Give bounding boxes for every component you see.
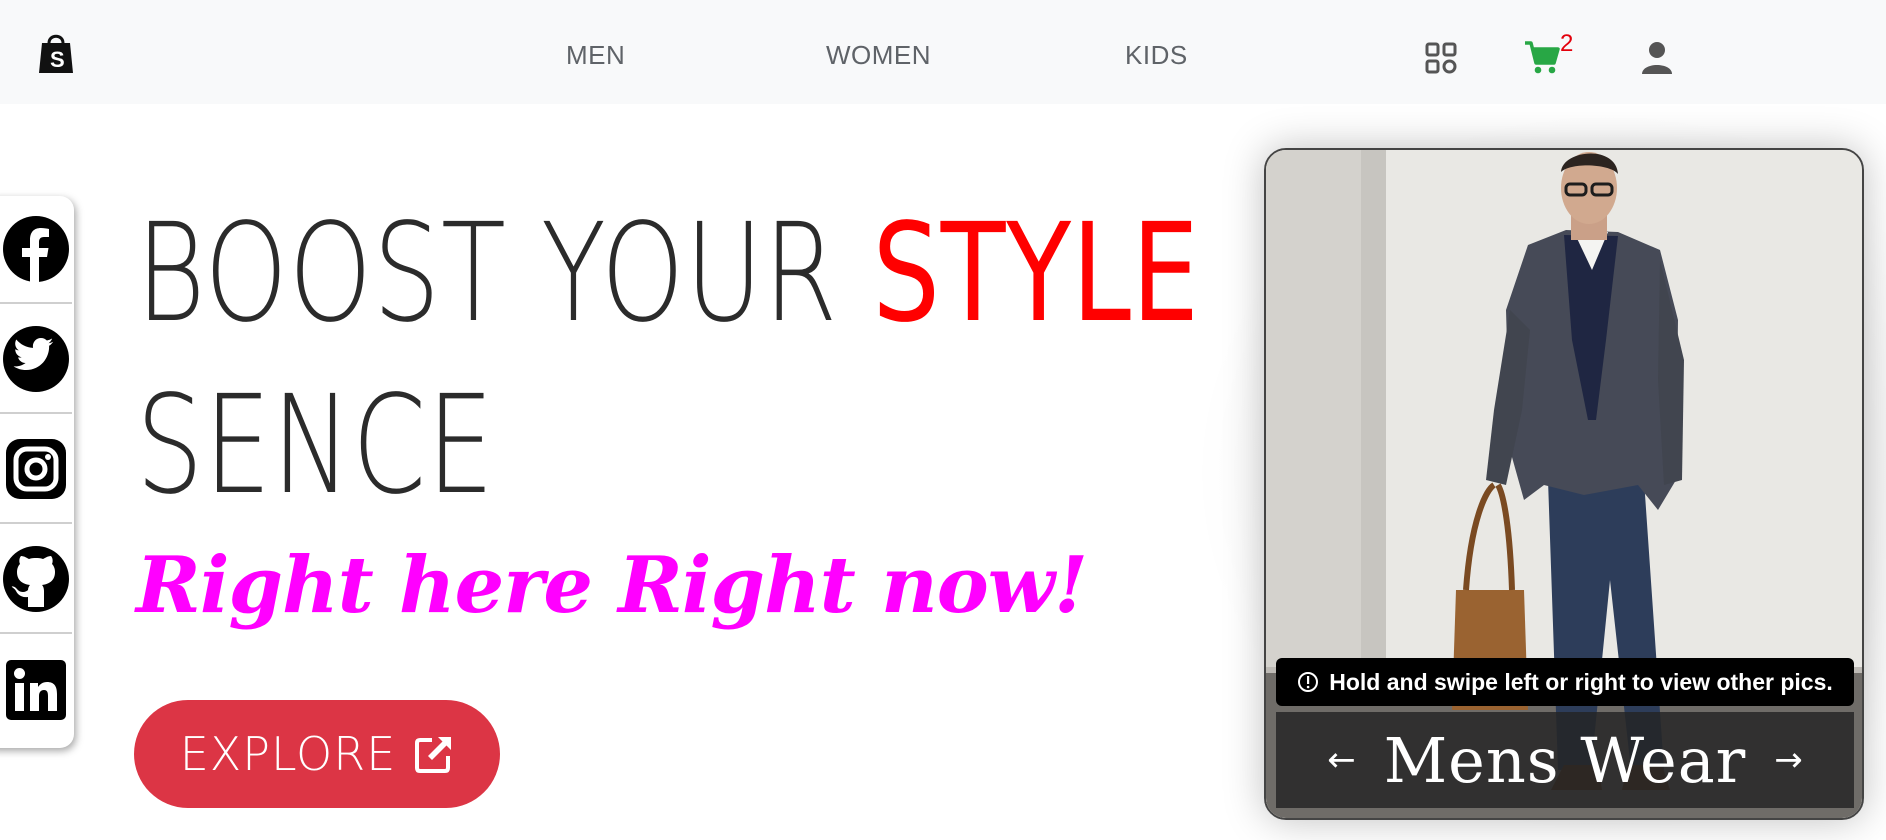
carousel-next-arrow[interactable]: → [1774, 740, 1803, 780]
carousel-prev-arrow[interactable]: ← [1327, 740, 1356, 780]
product-carousel-card[interactable]: Hold and swipe left or right to view oth… [1264, 148, 1864, 820]
social-link-github[interactable] [0, 526, 72, 634]
github-icon [3, 546, 69, 612]
social-link-instagram[interactable] [0, 416, 72, 524]
hero-heading-line-2: SENCE [136, 367, 495, 525]
social-sidebar [0, 196, 74, 748]
linkedin-icon [6, 660, 66, 720]
nav-link-men[interactable]: MEN [566, 40, 625, 71]
svg-text:S: S [50, 47, 65, 72]
social-link-twitter[interactable] [0, 306, 72, 414]
carousel-title: Mens Wear [1383, 723, 1747, 797]
explore-button-label: EXPLORE [179, 727, 397, 781]
explore-button[interactable]: EXPLORE [134, 700, 500, 808]
cart-icon[interactable] [1523, 38, 1561, 76]
user-icon[interactable] [1640, 40, 1674, 74]
hero-tagline: Right here Right now! [136, 540, 1088, 631]
navbar: S MEN WOMEN KIDS 2 [0, 0, 1886, 104]
nav-link-women[interactable]: WOMEN [826, 40, 931, 71]
social-link-facebook[interactable] [0, 196, 72, 304]
hero-heading-accent: STYLE [872, 195, 1200, 353]
external-link-icon [415, 737, 452, 773]
social-link-linkedin[interactable] [0, 636, 72, 744]
swipe-hint-text: Hold and swipe left or right to view oth… [1329, 668, 1833, 695]
instagram-icon [6, 439, 66, 499]
twitter-icon [3, 326, 69, 392]
shopping-bag-logo-icon[interactable]: S [36, 31, 76, 75]
cart-count-badge: 2 [1560, 30, 1574, 57]
carousel-caption: ← Mens Wear → [1276, 712, 1854, 808]
facebook-icon [3, 216, 69, 283]
hero-heading-line-1: BOOST YOUR STYLE [136, 206, 1200, 342]
grid-icon[interactable] [1425, 42, 1457, 74]
swipe-hint-banner: Hold and swipe left or right to view oth… [1276, 658, 1854, 706]
info-circle-icon [1298, 672, 1319, 692]
hero-heading-prefix: BOOST YOUR [136, 195, 873, 353]
nav-link-kids[interactable]: KIDS [1125, 40, 1188, 71]
